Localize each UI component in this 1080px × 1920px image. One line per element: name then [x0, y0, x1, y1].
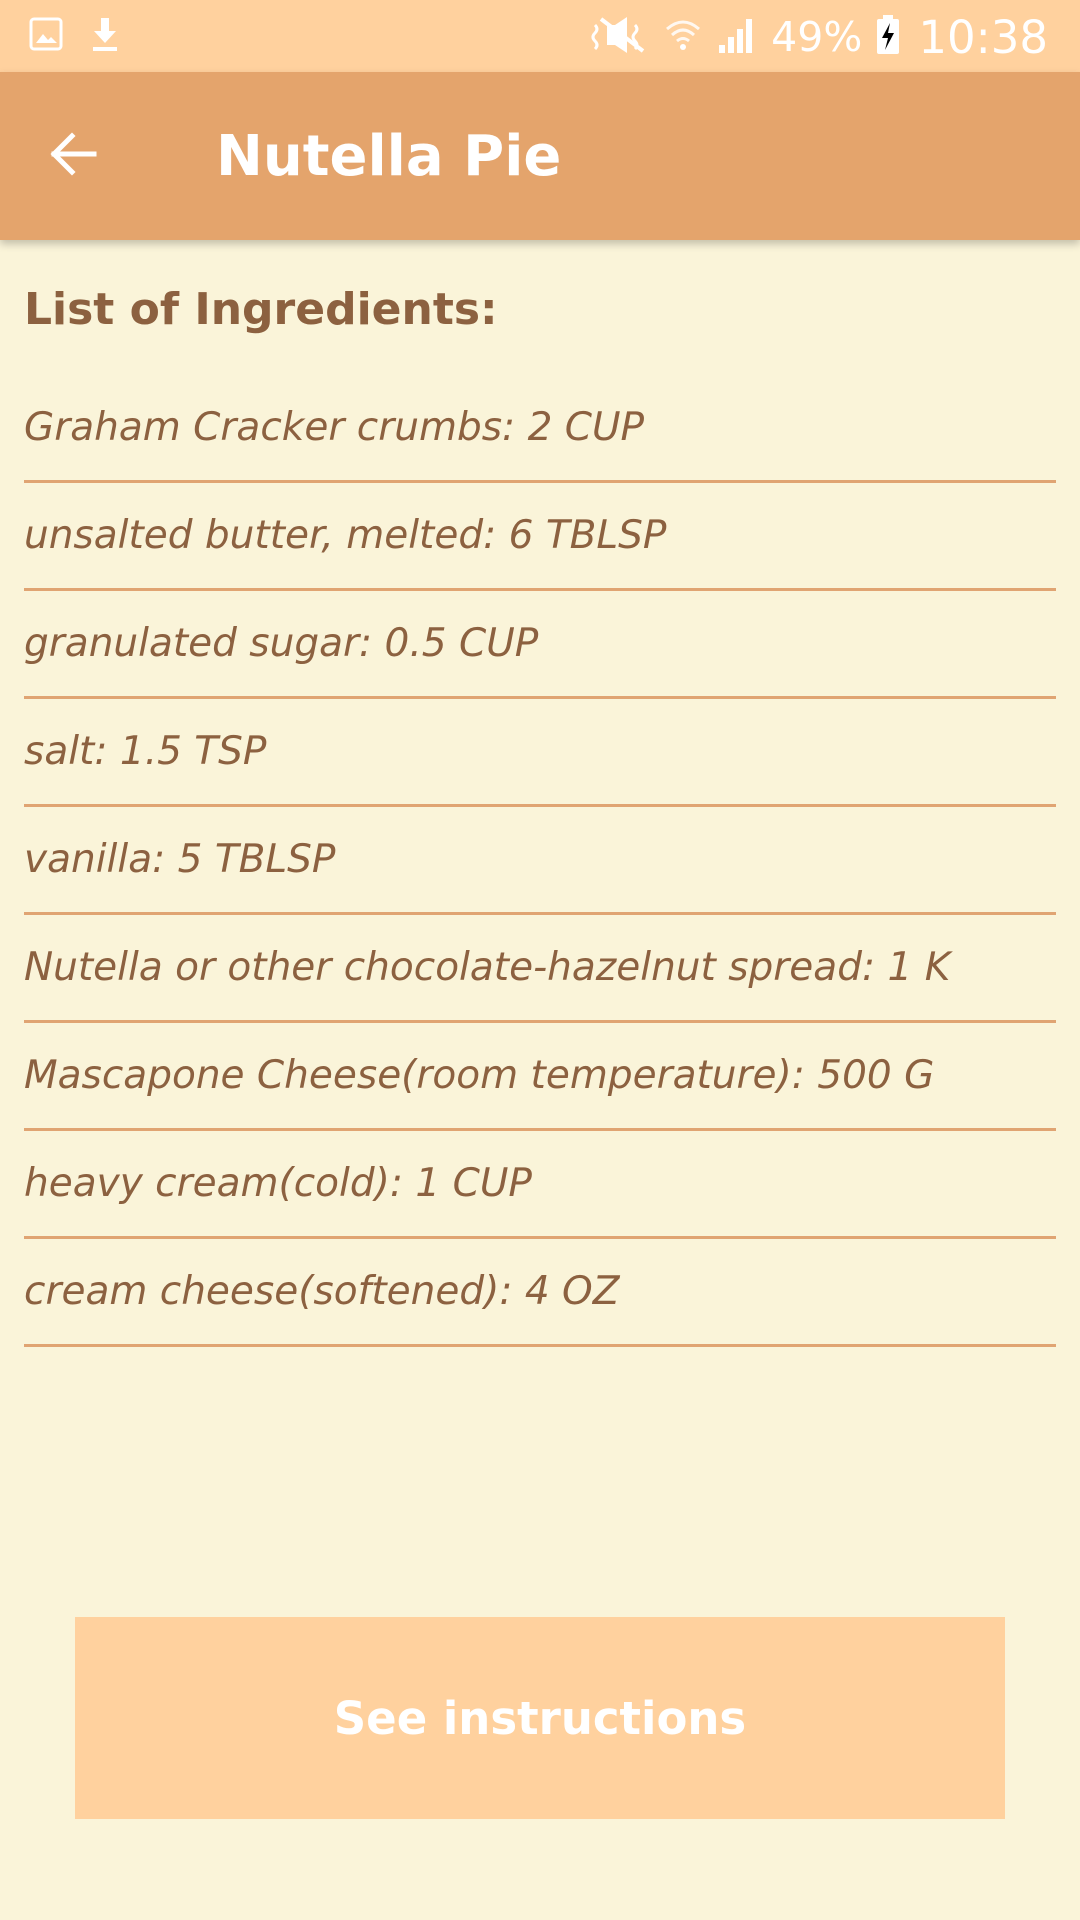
- signal-icon: [717, 15, 757, 59]
- app-bar: Nutella Pie: [0, 72, 1080, 240]
- ingredient-text: granulated sugar: 0.5 CUP: [24, 621, 539, 666]
- list-item: heavy cream(cold): 1 CUP: [24, 1131, 1056, 1239]
- clock: 10:38: [918, 10, 1048, 64]
- ingredient-text: salt: 1.5 TSP: [24, 729, 267, 774]
- download-icon: [88, 16, 122, 56]
- ingredient-list: Graham Cracker crumbs: 2 CUP unsalted bu…: [24, 375, 1056, 1347]
- list-item: unsalted butter, melted: 6 TBLSP: [24, 483, 1056, 591]
- battery-charging-icon: [876, 15, 900, 59]
- ingredients-heading: List of Ingredients:: [24, 284, 498, 335]
- list-item: vanilla: 5 TBLSP: [24, 807, 1056, 915]
- page-title: Nutella Pie: [216, 124, 562, 189]
- gallery-icon: [28, 16, 64, 56]
- arrow-back-icon: [44, 126, 100, 186]
- ingredient-text: vanilla: 5 TBLSP: [24, 837, 336, 882]
- see-instructions-label: See instructions: [333, 1691, 747, 1745]
- list-item: Nutella or other chocolate-hazelnut spre…: [24, 915, 1056, 1023]
- list-item: salt: 1.5 TSP: [24, 699, 1056, 807]
- back-button[interactable]: [28, 112, 116, 200]
- ingredient-text: Nutella or other chocolate-hazelnut spre…: [24, 945, 951, 990]
- ingredient-text: unsalted butter, melted: 6 TBLSP: [24, 513, 667, 558]
- list-item: Mascapone Cheese(room temperature): 500 …: [24, 1023, 1056, 1131]
- mute-icon: [591, 15, 649, 59]
- list-item: Graham Cracker crumbs: 2 CUP: [24, 375, 1056, 483]
- wifi-icon: [663, 15, 703, 59]
- see-instructions-button[interactable]: See instructions: [75, 1617, 1005, 1819]
- ingredient-text: Mascapone Cheese(room temperature): 500 …: [24, 1053, 935, 1098]
- status-bar: 49% 10:38: [0, 0, 1080, 72]
- ingredient-text: Graham Cracker crumbs: 2 CUP: [24, 405, 645, 450]
- status-bar-notifications: [28, 14, 122, 58]
- battery-percent: 49%: [771, 13, 863, 61]
- status-bar-system: 49% 10:38: [591, 8, 1048, 66]
- list-item: granulated sugar: 0.5 CUP: [24, 591, 1056, 699]
- list-item: cream cheese(softened): 4 OZ: [24, 1239, 1056, 1347]
- ingredient-text: heavy cream(cold): 1 CUP: [24, 1161, 532, 1206]
- ingredient-text: cream cheese(softened): 4 OZ: [24, 1269, 620, 1314]
